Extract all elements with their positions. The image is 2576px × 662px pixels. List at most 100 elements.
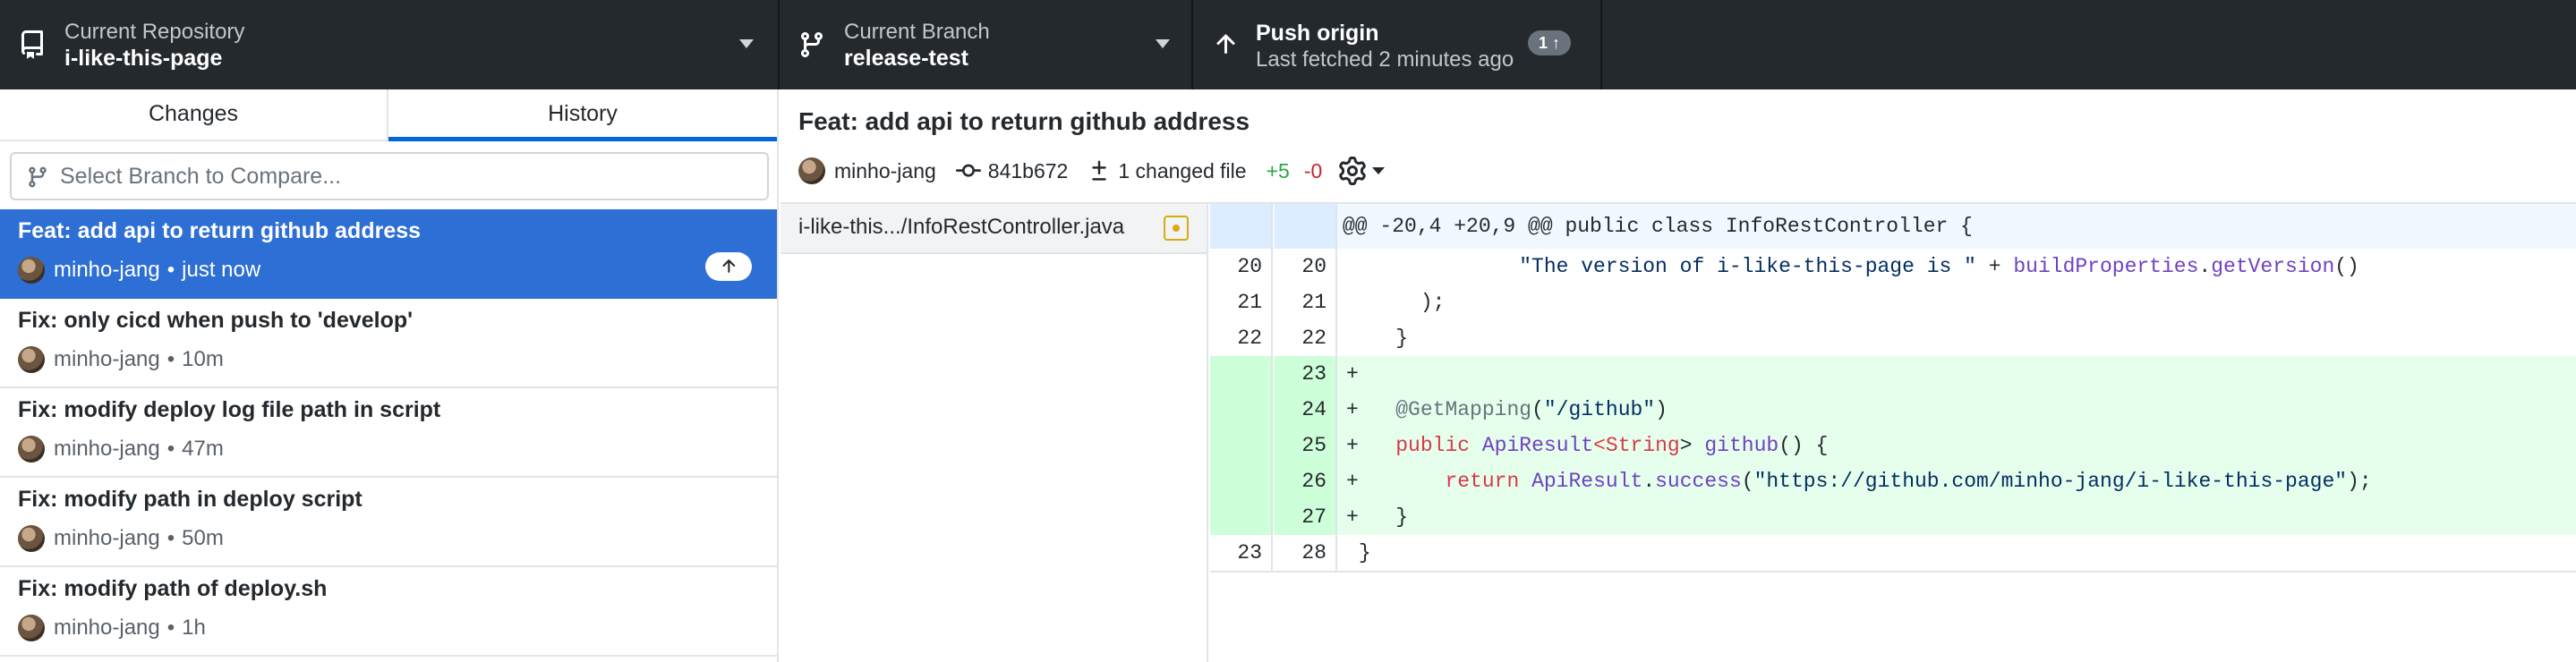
additions-count: +5 [1266, 158, 1290, 182]
diff-icon [1092, 160, 1107, 181]
meta-separator: • [166, 347, 175, 371]
line-number-old [1210, 356, 1273, 392]
line-number-new: 20 [1275, 249, 1337, 284]
commit-time: 1h [182, 615, 206, 640]
commit-title: Fix: modify deploy log file path in scri… [18, 397, 441, 422]
branch-compare-box[interactable] [10, 152, 769, 200]
code-line: ); [1420, 291, 1446, 314]
code-line: + [1346, 362, 1359, 386]
ahead-count-badge: 1 ↑ [1528, 30, 1572, 55]
commit-title: Fix: modify path of deploy.sh [18, 576, 328, 601]
chevron-down-icon [739, 39, 754, 48]
avatar [18, 346, 45, 373]
unpushed-indicator [705, 252, 752, 281]
line-number-new: 24 [1275, 392, 1337, 428]
line-number-old: 21 [1210, 284, 1273, 320]
history-sidebar: Changes History Feat: add api to return … [0, 89, 779, 662]
repo-icon [21, 30, 43, 59]
avatar [18, 615, 45, 641]
commit-details: minho-jang 841b672 1 changed file +5 -0 [798, 156, 1386, 186]
tab-changes[interactable]: Changes [0, 89, 388, 141]
branch-name: release-test [844, 46, 968, 71]
commit-author: minho-jang [54, 526, 160, 550]
code-line: } [1358, 541, 1371, 564]
branch-selector[interactable]: Current Branch release-test [780, 0, 1193, 89]
changed-files-list: i-like-this.../InfoRestController.java [780, 204, 1208, 662]
commit-item[interactable]: Fix: modify path in deploy script minho-… [0, 478, 777, 567]
line-number-new: 28 [1275, 535, 1337, 571]
file-modified-icon [1164, 216, 1189, 241]
arrow-up-icon [722, 259, 736, 273]
arrow-up-icon [1216, 34, 1235, 54]
commit-summary: Feat: add api to return github address [798, 107, 1250, 135]
diff-settings-button[interactable] [1338, 157, 1386, 185]
commit-item[interactable]: Feat: add api to return github address m… [0, 209, 777, 299]
commit-time: 50m [182, 526, 224, 550]
meta-separator: • [166, 258, 175, 282]
line-number-old [1210, 499, 1273, 535]
meta-separator: • [166, 615, 175, 640]
code-line: + @GetMapping("/github") [1346, 398, 1668, 421]
changed-files-count: 1 changed file [1118, 158, 1247, 182]
diff-line: 23 28 } [1210, 535, 2576, 571]
repository-selector[interactable]: Current Repository i-like-this-page [0, 0, 780, 89]
chevron-down-icon [1372, 167, 1386, 174]
commit-sha: 841b672 [987, 158, 1069, 182]
diff-line: 20 20 "The version of i-like-this-page i… [1210, 249, 2576, 284]
diff-line-added: 23 + [1210, 356, 2576, 392]
line-number-new: 23 [1275, 356, 1337, 392]
avatar [798, 157, 825, 184]
diff-line: 21 21 ); [1210, 284, 2576, 320]
last-fetched-text: Last fetched 2 minutes ago [1256, 47, 1514, 72]
commit-item[interactable]: Fix: modify path of deploy.sh minho-jang… [0, 567, 777, 657]
code-line: + } [1346, 505, 1409, 529]
diff-view: @@ -20,4 +20,9 @@ public class InfoRestC… [1210, 204, 2576, 573]
avatar [18, 525, 45, 552]
line-number-old: 23 [1210, 535, 1273, 571]
line-number-new: 21 [1275, 284, 1337, 320]
line-number-new [1275, 204, 1337, 249]
commit-time: just now [182, 258, 261, 282]
line-number-old [1210, 463, 1273, 499]
file-path: i-like-this.../InfoRestController.java [798, 215, 1125, 239]
commit-author: minho-jang [834, 158, 936, 182]
gear-icon [1339, 157, 1367, 185]
code-line: + return ApiResult.success("https://gith… [1346, 470, 2372, 493]
line-number-new: 22 [1275, 320, 1337, 356]
commit-author: minho-jang [54, 258, 160, 282]
chevron-down-icon [1156, 39, 1170, 48]
push-label: Push origin [1256, 21, 1379, 46]
avatar [18, 257, 45, 284]
repository-label: Current Repository [64, 20, 245, 44]
tab-history[interactable]: History [388, 89, 777, 141]
commit-author: minho-jang [54, 437, 160, 461]
commit-item[interactable]: Fix: modify deploy log file path in scri… [0, 388, 777, 478]
hunk-header: @@ -20,4 +20,9 @@ public class InfoRestC… [1210, 204, 2576, 249]
git-commit-icon [955, 164, 981, 177]
commit-list: Feat: add api to return github address m… [0, 209, 777, 657]
commit-item[interactable]: Fix: only cicd when push to 'develop' mi… [0, 299, 777, 388]
hunk-header-text: @@ -20,4 +20,9 @@ public class InfoRestC… [1343, 215, 1973, 238]
line-number-old [1210, 204, 1273, 249]
diff-line-added: 25 + public ApiResult<String> github() { [1210, 428, 2576, 463]
toolbar: Current Repository i-like-this-page Curr… [0, 0, 2576, 89]
commit-time: 10m [182, 347, 224, 371]
sidebar-tabs: Changes History [0, 89, 777, 141]
diff-line-added: 26 + return ApiResult.success("https://g… [1210, 463, 2576, 499]
avatar [18, 436, 45, 463]
commit-sha-button[interactable]: 841b672 [955, 158, 1069, 183]
deletions-count: -0 [1303, 158, 1323, 182]
code-line: "The version of i-like-this-page is " + … [1519, 255, 2359, 278]
diff-line-added: 24 + @GetMapping("/github") [1210, 392, 2576, 428]
line-number-old: 22 [1210, 320, 1273, 356]
code-line: + public ApiResult<String> github() { [1346, 434, 1829, 457]
git-branch-icon [800, 32, 823, 58]
line-number-old [1210, 392, 1273, 428]
commit-title: Feat: add api to return github address [18, 218, 422, 243]
commit-time: 47m [182, 437, 224, 461]
file-list-item[interactable]: i-like-this.../InfoRestController.java [780, 204, 1207, 254]
branch-compare-input[interactable] [60, 159, 758, 193]
divider [1210, 571, 2576, 573]
meta-separator: • [166, 526, 175, 550]
line-number-new: 27 [1275, 499, 1337, 535]
